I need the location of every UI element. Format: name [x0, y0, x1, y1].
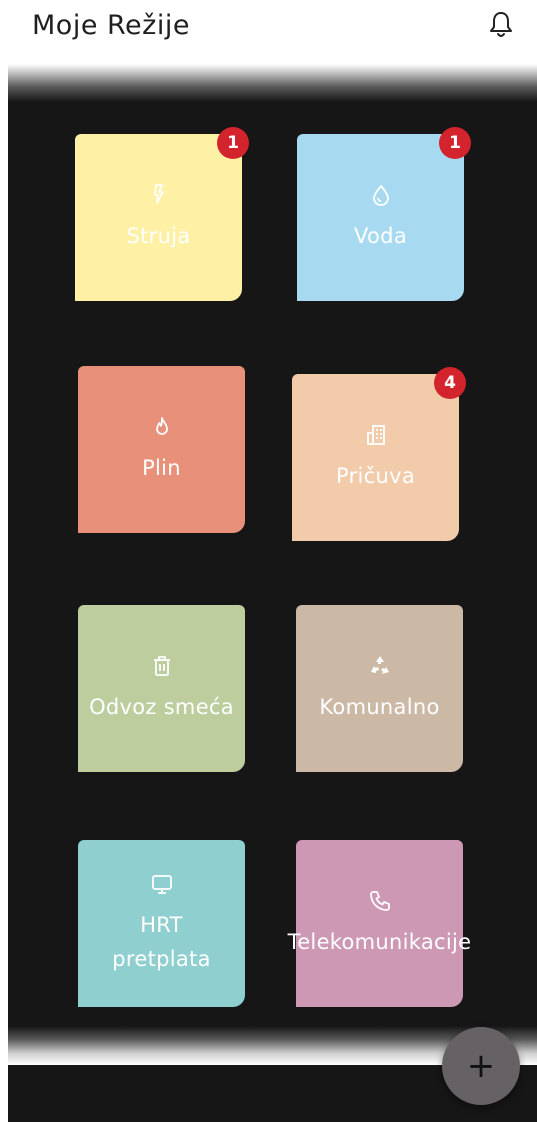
tile-odvoz-smeca[interactable]: Odvoz smeća — [78, 605, 245, 772]
tile-label: Plin — [142, 455, 181, 480]
monitor-icon — [151, 874, 172, 894]
tile-label: Odvoz smeća — [89, 694, 234, 719]
recycle-icon — [370, 655, 389, 674]
water-drop-icon — [372, 184, 389, 206]
tile-plin[interactable]: Plin — [78, 366, 245, 533]
building-icon — [366, 424, 385, 445]
phone-icon — [369, 890, 390, 911]
tile-label: Voda — [354, 223, 407, 248]
app-header: Moje Režije — [0, 0, 537, 62]
bell-icon[interactable] — [488, 10, 514, 40]
page-title: Moje Režije — [32, 10, 190, 41]
flame-icon — [155, 416, 168, 435]
tile-hrt-pretplata[interactable]: HRT pretplata — [78, 840, 245, 1007]
tile-komunalno[interactable]: Komunalno — [296, 605, 463, 772]
tile-label: Pričuva — [335, 463, 415, 488]
tile-label: Telekomunikacije — [287, 929, 472, 954]
tile-label: Struja — [126, 223, 191, 248]
tile-voda[interactable]: Voda 1 — [297, 127, 471, 301]
tile-label: HRT pretplata — [112, 912, 211, 971]
notification-badge: 1 — [439, 127, 471, 159]
tile-label: Komunalno — [319, 694, 440, 719]
notification-badge: 4 — [434, 367, 466, 399]
lightning-icon — [153, 183, 164, 204]
add-button[interactable]: + — [442, 1027, 520, 1105]
tile-struja[interactable]: Struja 1 — [75, 127, 249, 301]
plus-icon: + — [466, 1046, 496, 1086]
top-shadow — [8, 64, 537, 102]
tile-pricuva[interactable]: Pričuva 4 — [292, 367, 466, 541]
notification-badge: 1 — [217, 127, 249, 159]
tile-telekomunikacije[interactable]: Telekomunikacije — [288, 840, 471, 1007]
trash-icon — [153, 655, 170, 676]
